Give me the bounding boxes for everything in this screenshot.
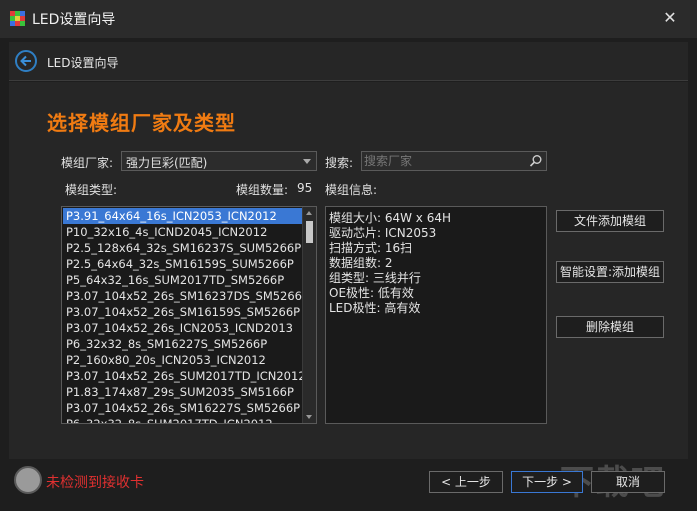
file-add-module-button[interactable]: 文件添加模组 — [556, 210, 664, 232]
vendor-select[interactable]: 强力巨彩(匹配) — [121, 151, 317, 171]
search-icon[interactable] — [529, 154, 543, 168]
module-list-item[interactable]: P1.83_174x87_29s_SUM2035_SM5166P — [63, 384, 303, 400]
next-step-button[interactable]: 下一步 > — [511, 471, 583, 493]
window-title: LED设置向导 — [32, 12, 116, 28]
module-info-label: 模组信息: — [325, 183, 378, 197]
info-led-polarity: LED极性: 高有效 — [329, 301, 421, 315]
nav-title: LED设置向导 — [47, 56, 119, 70]
back-arrow-icon[interactable] — [15, 50, 37, 72]
search-label: 搜索: — [325, 156, 354, 170]
page-heading: 选择模组厂家及类型 — [47, 111, 236, 135]
module-listbox[interactable]: P3.91_64x64_16s_ICN2053_ICN2012 P10_32x16… — [61, 206, 317, 424]
module-list-item[interactable]: P6_32x32_8s_SM16227S_SM5266P — [63, 336, 303, 352]
module-count: 95 — [297, 181, 313, 195]
main-panel: 选择模组厂家及类型 模组厂家: 强力巨彩(匹配) 搜索: 模组类型: 模组数量:… — [9, 82, 688, 459]
module-list-item[interactable]: P3.07_104x52_26s_SUM2017TD_ICN2012 — [63, 368, 303, 384]
module-list-item[interactable]: P5_64x32_16s_SUM2017TD_SM5266P — [63, 272, 303, 288]
module-list-item[interactable]: P2_160x80_20s_ICN2053_ICN2012 — [63, 352, 303, 368]
module-list-item[interactable]: P3.91_64x64_16s_ICN2053_ICN2012 — [63, 208, 303, 224]
prev-step-button[interactable]: < 上一步 — [429, 471, 503, 493]
vendor-select-value: 强力巨彩(匹配) — [126, 156, 208, 170]
module-info-box: 模组大小: 64W x 64H 驱动芯片: ICN2053 扫描方式: 16扫 … — [325, 206, 547, 424]
smart-add-module-button[interactable]: 智能设置:添加模组 — [556, 261, 664, 283]
vendor-label: 模组厂家: — [61, 156, 114, 170]
app-logo-icon — [10, 11, 25, 26]
close-icon[interactable]: ✕ — [660, 8, 680, 28]
module-type-label: 模组类型: — [65, 183, 118, 197]
module-list-item[interactable]: P3.07_104x52_26s_SM16159S_SM5266P — [63, 304, 303, 320]
delete-module-button[interactable]: 删除模组 — [556, 316, 664, 338]
vertical-scrollbar[interactable] — [302, 207, 316, 423]
nav-bar: LED设置向导 — [9, 42, 688, 81]
scroll-down-icon[interactable] — [306, 415, 312, 419]
receiver-status-icon — [14, 466, 42, 494]
module-list-item[interactable]: P10_32x16_4s_ICND2045_ICN2012 — [63, 224, 303, 240]
module-list-item[interactable]: P3.07_104x52_26s_SM16237DS_SM5266 — [63, 288, 303, 304]
title-bar: LED设置向导 ✕ — [0, 0, 697, 38]
receiver-status-text: 未检测到接收卡 — [46, 475, 144, 491]
scroll-up-icon[interactable] — [306, 211, 312, 215]
module-list-item[interactable]: P3.07_104x52_26s_ICN2053_ICND2013 — [63, 320, 303, 336]
search-input[interactable] — [364, 153, 524, 169]
search-box[interactable] — [361, 151, 547, 171]
chevron-down-icon — [303, 159, 311, 164]
module-list-item[interactable]: P2.5_128x64_32s_SM16237S_SUM5266P — [63, 240, 303, 256]
module-list-item[interactable]: P2.5_64x64_32s_SM16159S_SUM5266P — [63, 256, 303, 272]
module-list: P3.91_64x64_16s_ICN2053_ICN2012 P10_32x16… — [63, 208, 303, 423]
cancel-button[interactable]: 取消 — [591, 471, 665, 493]
module-count-label: 模组数量: — [236, 183, 289, 197]
scroll-thumb[interactable] — [306, 221, 313, 243]
module-list-item[interactable]: P6_32x32_8s_SUM2017TD_ICN2012 — [63, 416, 303, 423]
module-list-item[interactable]: P3.07_104x52_26s_SM16227S_SM5266P — [63, 400, 303, 416]
